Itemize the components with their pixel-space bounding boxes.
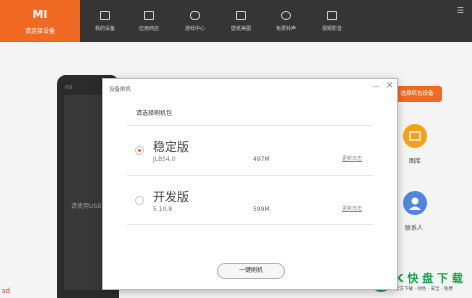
video-icon xyxy=(327,11,337,20)
nav-label: 免费铃声 xyxy=(275,26,296,32)
menu-icon[interactable]: ☰ xyxy=(457,6,464,15)
device-icon xyxy=(100,11,110,20)
dialog-prompt: 请选择刷机包 xyxy=(136,110,173,117)
divider xyxy=(127,175,373,176)
connect-device-label: 请连接设备 xyxy=(24,28,55,35)
stable-radio[interactable] xyxy=(135,146,144,155)
watermark-subtitle: 官方下载 · 绿色 · 安全 · 免费 xyxy=(395,287,453,292)
watermark-title: K 快 盘 下 载 xyxy=(395,272,463,285)
dev-radio[interactable] xyxy=(135,196,144,205)
top-bar: MI 请连接设备 我的设备 应用商店 游戏中心 壁纸美图 免费铃声 视频影音 ☰ xyxy=(0,0,472,42)
flash-dialog: 设备刷机 — ✕ 请选择刷机包 稳定版 JLB54.0 497M 更新日志 开发… xyxy=(102,78,398,290)
stable-name: 稳定版 xyxy=(153,140,190,154)
minimize-icon[interactable]: — xyxy=(372,82,380,91)
nav-item-my-device[interactable]: 我的设备 xyxy=(82,0,128,42)
dev-size: 599M xyxy=(253,206,270,213)
nav-item-app-store[interactable]: 应用商店 xyxy=(126,0,172,42)
close-icon[interactable]: ✕ xyxy=(386,81,394,91)
brand-logo: MI xyxy=(32,8,48,21)
contacts-label: 联系人 xyxy=(405,225,424,232)
nav-item-wallpaper[interactable]: 壁纸美图 xyxy=(218,0,264,42)
phone-brand-label: mi xyxy=(65,84,73,91)
nav-item-video[interactable]: 视频影音 xyxy=(309,0,355,42)
nav-label: 应用商店 xyxy=(138,26,159,32)
dialog-title: 设备刷机 xyxy=(109,87,132,93)
brand-area[interactable]: MI 请连接设备 xyxy=(0,0,80,42)
select-package-button[interactable]: 选择机包设备 xyxy=(392,86,442,102)
music-icon xyxy=(281,11,291,20)
stable-version: JLB54.0 xyxy=(153,156,176,163)
contacts-icon[interactable] xyxy=(403,191,427,215)
sd-label: sd xyxy=(2,287,11,295)
dev-name: 开发版 xyxy=(153,190,190,204)
nav-label: 视频影音 xyxy=(321,26,342,32)
dev-version: 5.10.8 xyxy=(153,206,173,213)
nav-item-ringtone[interactable]: 免费铃声 xyxy=(263,0,309,42)
gallery-glyph xyxy=(409,131,421,141)
one-click-flash-button[interactable]: 一键刷机 xyxy=(217,263,285,279)
divider xyxy=(127,224,373,225)
stable-changelog-link[interactable]: 更新日志 xyxy=(342,155,362,162)
phone-usb-hint: 请使用USB xyxy=(71,203,102,210)
nav-label: 游戏中心 xyxy=(184,26,205,32)
gamepad-icon xyxy=(190,11,200,20)
nav-label: 我的设备 xyxy=(94,26,115,32)
gallery-label: 图库 xyxy=(409,158,422,165)
radio-dot xyxy=(138,149,141,152)
contacts-glyph xyxy=(409,197,421,210)
store-icon xyxy=(144,11,154,20)
nav-item-game-center[interactable]: 游戏中心 xyxy=(172,0,218,42)
gallery-icon[interactable] xyxy=(403,124,427,148)
wallpaper-icon xyxy=(236,11,246,20)
divider xyxy=(127,125,373,126)
dev-changelog-link[interactable]: 更新日志 xyxy=(342,205,362,212)
nav-label: 壁纸美图 xyxy=(230,26,251,32)
stable-size: 497M xyxy=(253,156,270,163)
